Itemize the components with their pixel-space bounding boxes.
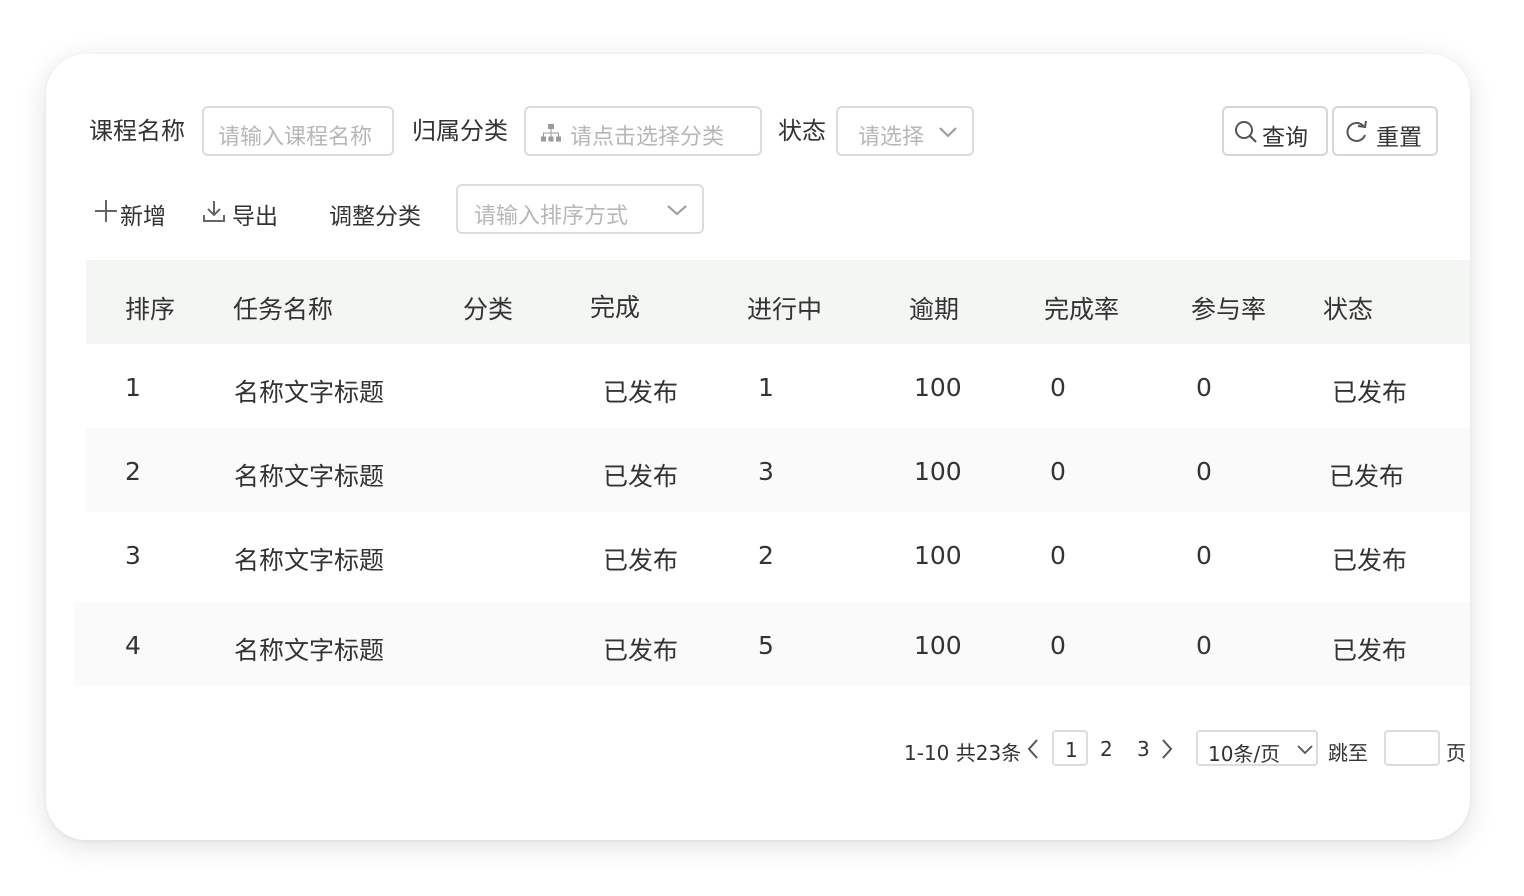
page-size-select[interactable]: 10条/页	[1196, 730, 1318, 766]
cell-completion-rate: 0	[1050, 631, 1066, 660]
header-category: 分类	[463, 295, 514, 324]
cell-participation-rate: 0	[1196, 631, 1212, 660]
refresh-icon	[1344, 120, 1370, 144]
chevron-down-icon	[666, 203, 688, 217]
download-icon	[202, 199, 226, 223]
sort-placeholder: 请输入排序方式	[474, 204, 629, 229]
chevron-right-icon[interactable]	[1160, 738, 1174, 760]
cell-task-name: 名称文字标题	[234, 636, 385, 665]
status-label: 状态	[778, 117, 826, 145]
cell-completion-rate: 0	[1050, 373, 1066, 402]
category-selector[interactable]: 请点击选择分类	[524, 106, 762, 156]
status-placeholder: 请选择	[858, 125, 925, 150]
cell-order: 3	[125, 541, 141, 570]
cell-participation-rate: 0	[1196, 457, 1212, 486]
cell-order: 2	[125, 457, 141, 486]
header-overdue: 逾期	[909, 295, 960, 324]
jump-page-input[interactable]	[1384, 730, 1440, 766]
course-name-label: 课程名称	[89, 117, 185, 145]
chevron-left-icon[interactable]	[1026, 738, 1040, 760]
export-button-label: 导出	[232, 204, 278, 230]
course-task-panel: 课程名称 请输入课程名称 归属分类 请点击选择分类 状态 请选择 查询 重置 新…	[46, 54, 1470, 840]
cell-participation-rate: 0	[1196, 541, 1212, 570]
cell-participation-rate: 0	[1196, 373, 1212, 402]
cell-task-name: 名称文字标题	[234, 546, 385, 575]
cell-in-progress: 5	[758, 631, 774, 660]
page-1-button[interactable]: 1	[1052, 730, 1088, 766]
cell-status: 已发布	[1332, 546, 1408, 575]
reset-button[interactable]: 重置	[1332, 106, 1438, 156]
table-row[interactable]: 3 名称文字标题 已发布 2 100 0 0 已发布	[86, 512, 1470, 596]
header-status: 状态	[1323, 295, 1374, 324]
header-task-name: 任务名称	[233, 295, 334, 324]
query-button-label: 查询	[1262, 125, 1308, 151]
cell-task-name: 名称文字标题	[234, 378, 385, 407]
cell-overdue: 100	[914, 373, 962, 402]
plus-icon	[94, 199, 118, 223]
cell-completion-rate: 0	[1050, 541, 1066, 570]
search-icon	[1234, 120, 1258, 144]
add-button-label: 新增	[120, 204, 166, 230]
pagination-range: 1-10 共23条	[904, 741, 1022, 765]
adjust-category-button[interactable]: 调整分类	[329, 197, 421, 231]
header-completion-rate: 完成率	[1044, 295, 1120, 324]
cell-done: 已发布	[603, 636, 679, 665]
cell-in-progress: 1	[758, 373, 774, 402]
header-participation-rate: 参与率	[1191, 295, 1267, 324]
cell-task-name: 名称文字标题	[234, 462, 385, 491]
table-header: 排序 任务名称 分类 完成 进行中 逾期 完成率 参与率 状态	[86, 260, 1470, 344]
table-row[interactable]: 1 名称文字标题 已发布 1 100 0 0 已发布	[86, 344, 1470, 428]
cell-status: 已发布	[1329, 462, 1405, 491]
sitemap-icon	[540, 123, 562, 143]
table-row[interactable]: 4 名称文字标题 已发布 5 100 0 0 已发布	[74, 602, 1470, 686]
cell-overdue: 100	[914, 457, 962, 486]
header-order: 排序	[125, 295, 176, 324]
header-in-progress: 进行中	[747, 295, 823, 324]
cell-status: 已发布	[1332, 636, 1408, 665]
jump-label: 跳至	[1328, 741, 1368, 765]
cell-done: 已发布	[603, 378, 679, 407]
status-select[interactable]: 请选择	[836, 106, 974, 156]
cell-order: 1	[125, 373, 141, 402]
cell-done: 已发布	[603, 462, 679, 491]
page-2-button[interactable]: 2	[1100, 737, 1113, 761]
course-name-input[interactable]: 请输入课程名称	[202, 106, 394, 156]
course-name-placeholder: 请输入课程名称	[218, 125, 373, 150]
chevron-down-icon	[1296, 744, 1314, 756]
table-row[interactable]: 2 名称文字标题 已发布 3 100 0 0 已发布	[86, 428, 1470, 512]
page-3-button[interactable]: 3	[1137, 737, 1150, 761]
cell-completion-rate: 0	[1050, 457, 1066, 486]
reset-button-label: 重置	[1376, 125, 1422, 151]
cell-overdue: 100	[914, 541, 962, 570]
page-1-label: 1	[1065, 738, 1078, 762]
cell-overdue: 100	[914, 631, 962, 660]
cell-in-progress: 2	[758, 541, 774, 570]
chevron-down-icon	[938, 125, 958, 139]
cell-done: 已发布	[603, 546, 679, 575]
category-placeholder: 请点击选择分类	[570, 125, 725, 150]
category-label: 归属分类	[412, 117, 508, 145]
page-suffix-label: 页	[1446, 741, 1466, 765]
page-size-label: 10条/页	[1208, 742, 1281, 766]
cell-in-progress: 3	[758, 457, 774, 486]
sort-select[interactable]: 请输入排序方式	[456, 184, 704, 234]
query-button[interactable]: 查询	[1222, 106, 1328, 156]
header-done: 完成	[590, 293, 641, 322]
cell-status: 已发布	[1332, 378, 1408, 407]
cell-order: 4	[125, 631, 141, 660]
